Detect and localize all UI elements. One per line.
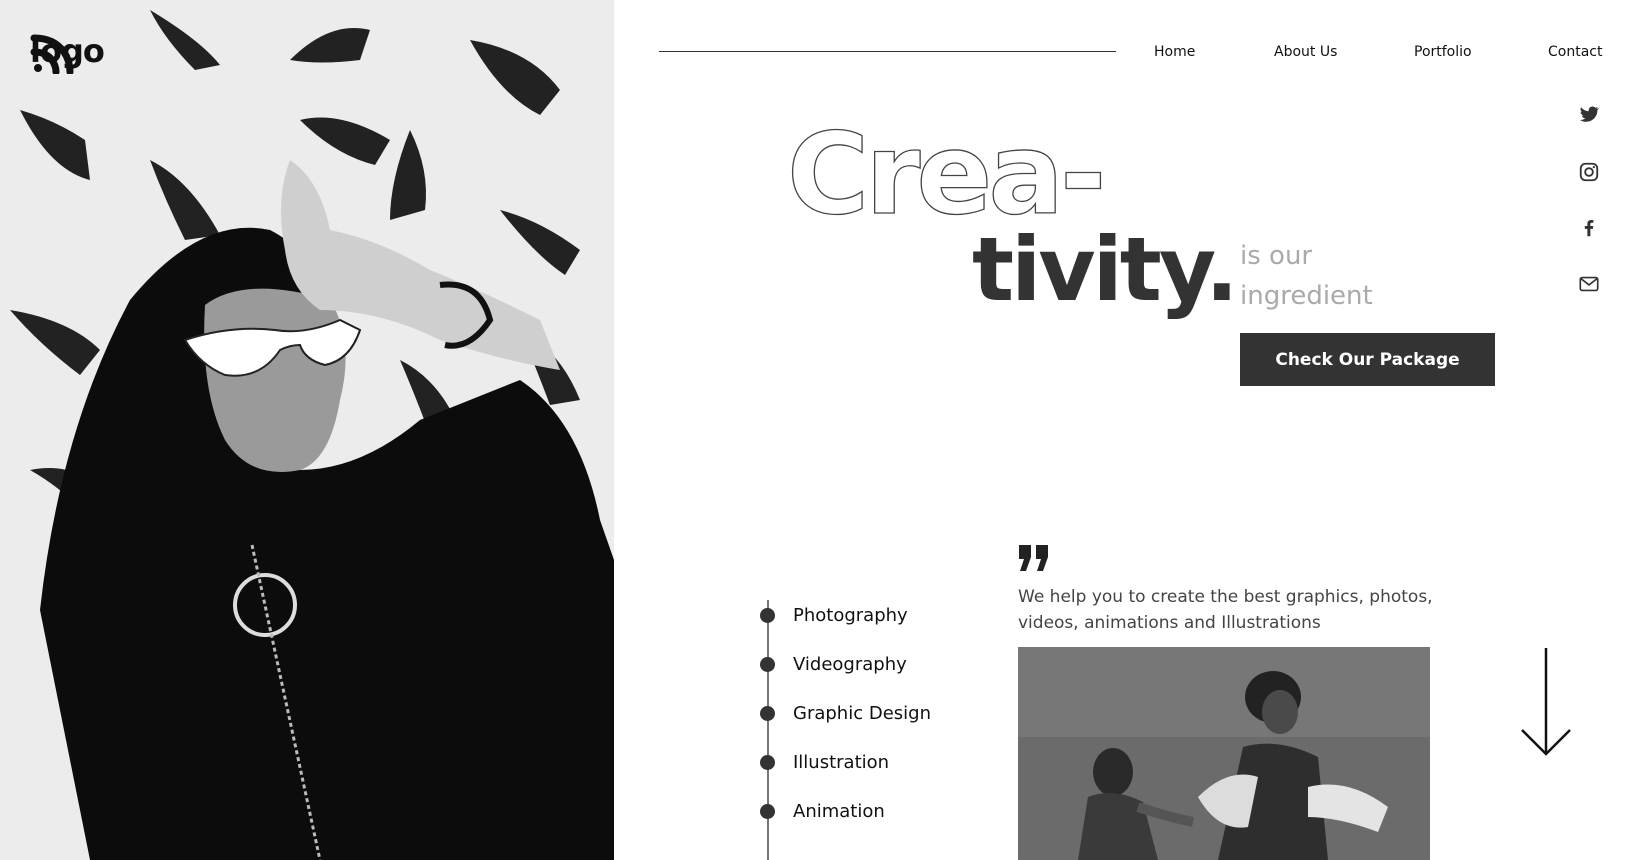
logo[interactable]: logo — [30, 28, 105, 74]
service-item-videography[interactable]: Videography — [760, 652, 907, 676]
check-package-button[interactable]: Check Our Package — [1240, 333, 1495, 386]
facebook-icon[interactable] — [1578, 217, 1600, 239]
hero-word-part1: Crea- — [787, 110, 1102, 228]
logo-mark-icon — [30, 34, 74, 74]
bullet-dot — [760, 754, 775, 770]
twitter-icon[interactable] — [1578, 103, 1600, 125]
nav-divider-line — [659, 51, 1116, 52]
page: logo Home About Us Portfolio Contact Cre… — [0, 0, 1633, 860]
woman-portrait-image — [0, 0, 614, 860]
service-label: Videography — [793, 653, 907, 675]
nav-contact-link[interactable]: Contact — [1548, 43, 1602, 61]
hero-tagline-line2: ingredient — [1240, 281, 1373, 311]
hero-tagline: is our ingredient — [1240, 236, 1460, 316]
service-label: Illustration — [793, 751, 890, 773]
instagram-icon[interactable] — [1578, 161, 1600, 183]
service-label: Photography — [793, 604, 908, 626]
service-label: Graphic Design — [793, 702, 931, 724]
service-item-graphic-design[interactable]: Graphic Design — [760, 701, 931, 725]
hero-tagline-line1: is our — [1240, 241, 1313, 271]
mail-icon[interactable] — [1578, 273, 1600, 295]
service-label: Animation — [793, 800, 885, 822]
bullet-dot — [760, 705, 775, 721]
bullet-dot — [760, 656, 775, 672]
nav-about-link[interactable]: About Us — [1274, 43, 1337, 61]
quote-icon — [1019, 545, 1048, 571]
dancers-photo — [1018, 647, 1430, 860]
service-item-photography[interactable]: Photography — [760, 603, 908, 627]
nav-home-link[interactable]: Home — [1154, 43, 1195, 61]
nav-portfolio-link[interactable]: Portfolio — [1414, 43, 1472, 61]
service-item-illustration[interactable]: Illustration — [760, 750, 889, 774]
bullet-dot — [760, 607, 775, 623]
hero-photo-panel: logo — [0, 0, 614, 860]
hero-word-outline: Crea- — [786, 109, 1107, 228]
quote-text: We help you to create the best graphics,… — [1018, 587, 1433, 633]
scroll-down-arrow-icon[interactable] — [1518, 646, 1574, 758]
bullet-dot — [760, 803, 775, 819]
hero-word-part2: tivity. — [972, 218, 1239, 321]
service-item-animation[interactable]: Animation — [760, 799, 885, 823]
